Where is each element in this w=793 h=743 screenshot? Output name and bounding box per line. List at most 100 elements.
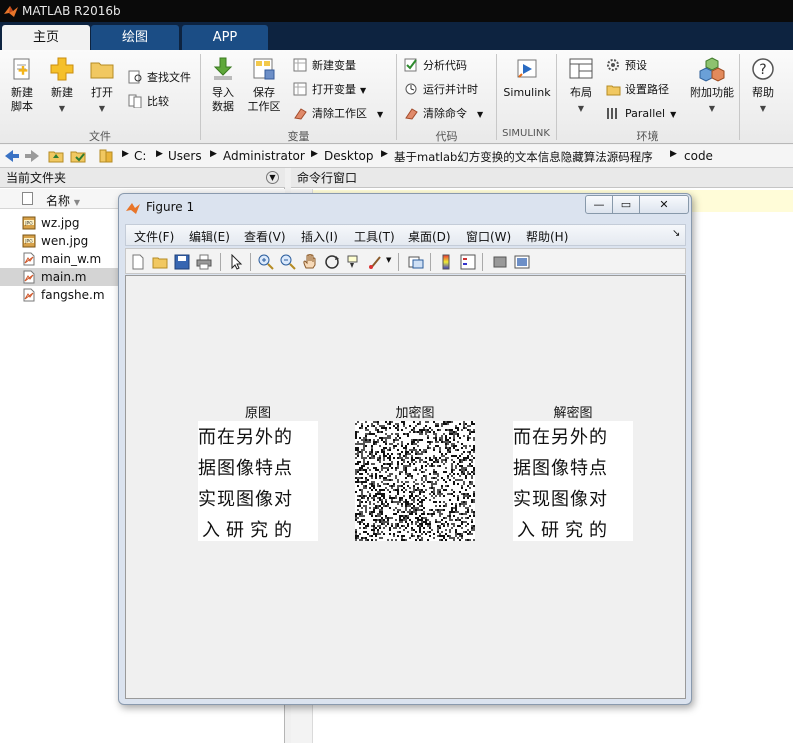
help-dropdown-caret-icon[interactable]: ▼ [742, 102, 784, 116]
pan-hand-icon[interactable] [302, 254, 318, 270]
forward-arrow-icon[interactable] [24, 149, 40, 163]
addons-dropdown-caret-icon[interactable]: ▼ [688, 102, 736, 116]
figure-canvas[interactable]: 原图 而在另外的 据图像特点 实现图像对 入研究的 加密图 解密图 而在另外的 … [125, 275, 686, 699]
menu-desktop[interactable]: 桌面(D) [408, 228, 451, 245]
save-workspace-button[interactable]: 保存 工作区 [242, 56, 286, 114]
compare-button[interactable]: 比较 [128, 92, 169, 112]
help-button[interactable]: ? 帮助 ▼ [742, 56, 784, 116]
crumb-users[interactable]: Users [168, 149, 202, 163]
colorbar-icon[interactable] [438, 254, 454, 270]
save-ws-label-2: 工作区 [247, 100, 281, 113]
name-column-header[interactable]: 名称 ▼ [46, 192, 80, 209]
legend-icon[interactable] [460, 254, 476, 270]
up-folder-icon[interactable] [48, 149, 64, 163]
noise-pixel [413, 529, 415, 531]
print-icon[interactable] [196, 254, 212, 270]
show-plot-tools-icon[interactable] [514, 254, 530, 270]
menu-window[interactable]: 窗口(W) [466, 228, 511, 245]
clear-workspace-caret-icon[interactable]: ▼ [377, 110, 383, 119]
tab-apps[interactable]: APP [182, 25, 268, 50]
address-bar[interactable]: ▶ C: ▶ Users ▶ Administrator ▶ Desktop ▶… [0, 145, 793, 168]
set-path-button[interactable]: 设置路径 [606, 80, 669, 100]
layout-button[interactable]: 布局 ▼ [559, 56, 603, 116]
new-figure-icon[interactable] [130, 254, 146, 270]
noise-pixel [363, 487, 365, 489]
figure-window[interactable]: Figure 1 — ▭ ✕ 文件(F) 编辑(E) 查看(V) 插入(I) 工… [118, 193, 692, 705]
noise-pixel [411, 441, 413, 443]
noise-pixel [463, 457, 465, 459]
noise-pixel [355, 449, 357, 451]
clear-commands-button[interactable]: 清除命令 ▼ [404, 104, 483, 124]
crumb-project-folder[interactable]: 基于matlab幻方变换的文本信息隐藏算法源码程序 [394, 149, 653, 165]
noise-pixel [453, 483, 455, 485]
maximize-button[interactable]: ▭ [612, 195, 640, 214]
new-button[interactable]: 新建 ▼ [40, 56, 84, 116]
noise-pixel [463, 483, 465, 485]
run-and-time-button[interactable]: 运行并计时 [404, 80, 478, 100]
crumb-administrator[interactable]: Administrator [223, 149, 305, 163]
crumb-desktop[interactable]: Desktop [324, 149, 374, 163]
clear-workspace-button[interactable]: 清除工作区 ▼ [293, 104, 383, 124]
open-variable-button[interactable]: 打开变量 ▼ [293, 80, 366, 100]
menu-edit[interactable]: 编辑(E) [189, 228, 230, 245]
open-variable-caret-icon[interactable]: ▼ [360, 86, 366, 95]
hide-plot-tools-icon[interactable] [492, 254, 508, 270]
menu-help[interactable]: 帮助(H) [526, 228, 568, 245]
zoom-in-icon[interactable] [258, 254, 274, 270]
menu-insert[interactable]: 插入(I) [301, 228, 338, 245]
brush-dropdown-caret-icon[interactable]: ▼ [386, 256, 391, 264]
noise-pixel [433, 471, 435, 473]
noise-pixel [419, 449, 421, 451]
open-file-icon[interactable] [152, 254, 168, 270]
new-variable-button[interactable]: 新建变量 [293, 56, 356, 76]
menu-view[interactable]: 查看(V) [244, 228, 286, 245]
close-button[interactable]: ✕ [639, 195, 689, 214]
menu-file[interactable]: 文件(F) [134, 228, 174, 245]
menu-tools[interactable]: 工具(T) [354, 228, 395, 245]
noise-pixel [413, 441, 415, 443]
crumb-code[interactable]: code [684, 149, 713, 163]
simulink-button[interactable]: Simulink [500, 56, 554, 100]
data-cursor-icon[interactable] [346, 254, 362, 270]
addons-button[interactable]: 附加功能 ▼ [688, 56, 736, 116]
minimize-button[interactable]: — [585, 195, 613, 214]
noise-pixel [361, 443, 363, 445]
noise-pixel [393, 483, 395, 485]
find-files-button[interactable]: 查找文件 [128, 68, 191, 88]
link-plot-icon[interactable] [408, 254, 424, 270]
tab-plots[interactable]: 绘图 [91, 25, 179, 50]
parallel-button[interactable]: Parallel ▼ [606, 104, 676, 124]
new-dropdown-caret-icon[interactable]: ▼ [40, 102, 84, 116]
preferences-button[interactable]: 预设 [606, 56, 647, 76]
panel-actions-icon[interactable]: ▼ [266, 171, 279, 184]
rotate-3d-icon[interactable] [324, 254, 340, 270]
noise-pixel [437, 429, 439, 431]
layout-dropdown-caret-icon[interactable]: ▼ [559, 102, 603, 116]
noise-pixel [393, 439, 395, 441]
dock-arrow-icon[interactable]: ↘ [672, 228, 680, 239]
tab-home[interactable]: 主页 [2, 25, 90, 50]
noise-pixel [401, 535, 403, 537]
browse-folder-icon[interactable] [70, 149, 86, 163]
open-button[interactable]: 打开 ▼ [80, 56, 124, 116]
noise-pixel [411, 443, 413, 445]
noise-pixel [385, 437, 387, 439]
zoom-out-icon[interactable] [280, 254, 296, 270]
edit-plot-pointer-icon[interactable] [228, 254, 244, 270]
figure-title-bar[interactable]: Figure 1 — ▭ ✕ [119, 194, 691, 220]
import-data-button[interactable]: 导入 数据 [201, 56, 245, 114]
save-figure-icon[interactable] [174, 254, 190, 270]
open-dropdown-caret-icon[interactable]: ▼ [80, 102, 124, 116]
analyze-code-button[interactable]: 分析代码 [404, 56, 467, 76]
noise-pixel [437, 535, 439, 537]
noise-pixel [407, 457, 409, 459]
parallel-caret-icon[interactable]: ▼ [670, 110, 676, 119]
noise-pixel [405, 477, 407, 479]
noise-pixel [383, 493, 385, 495]
noise-pixel [385, 429, 387, 431]
clear-commands-caret-icon[interactable]: ▼ [477, 110, 483, 119]
back-arrow-icon[interactable] [4, 149, 20, 163]
brush-icon[interactable] [368, 254, 384, 270]
crumb-drive[interactable]: C: [134, 149, 146, 163]
new-script-button[interactable]: 新建 脚本 [0, 56, 44, 114]
